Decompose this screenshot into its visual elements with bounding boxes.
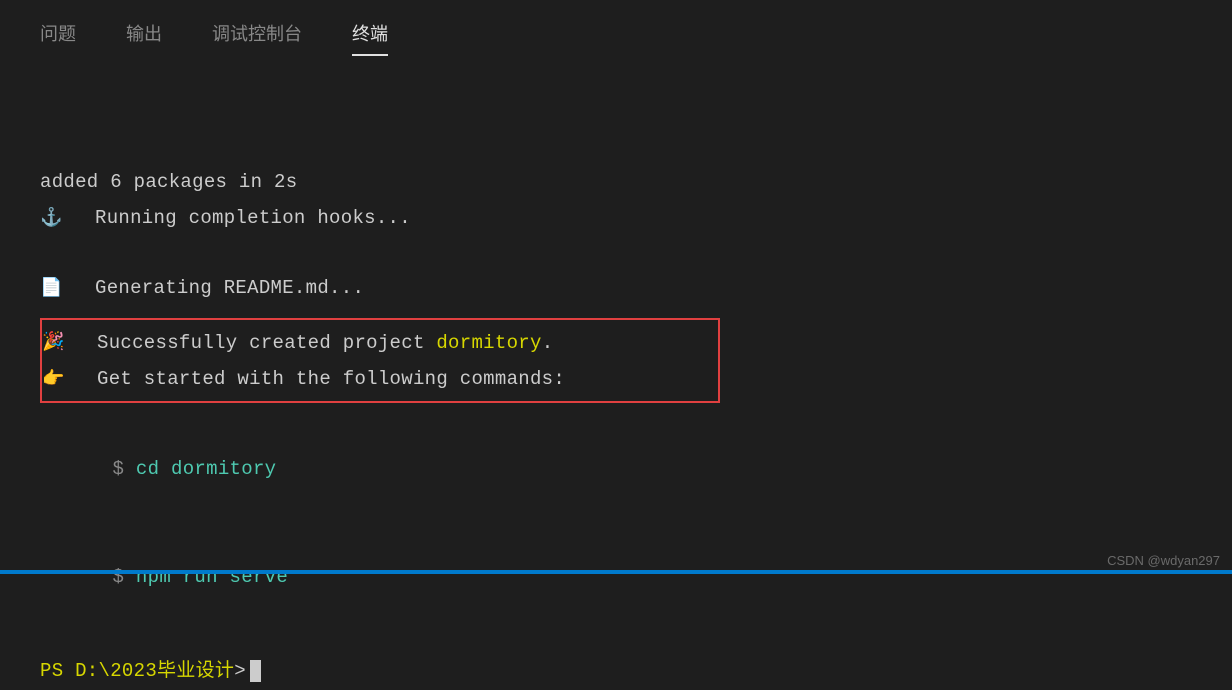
- terminal-prompt[interactable]: PS D:\2023毕业设计>: [40, 653, 1192, 689]
- status-bar[interactable]: [0, 570, 1232, 574]
- tab-terminal[interactable]: 终端: [352, 20, 388, 56]
- party-icon: 🎉: [42, 333, 65, 353]
- panel-tabs: 问题 输出 调试控制台 终端: [0, 0, 1232, 56]
- output-line: 👉 Get started with the following command…: [42, 361, 718, 397]
- output-text: Get started with the following commands:: [97, 361, 565, 397]
- output-text: Generating README.md...: [95, 270, 364, 306]
- output-text: Running completion hooks...: [95, 200, 411, 236]
- terminal-output[interactable]: added 6 packages in 2s ⚓ Running complet…: [0, 56, 1232, 690]
- output-text: Successfully created project: [97, 332, 436, 354]
- command-text: cd dormitory: [136, 458, 276, 480]
- output-text: .: [542, 332, 554, 354]
- output-line: added 6 packages in 2s: [40, 164, 1192, 200]
- tab-problems[interactable]: 问题: [40, 20, 76, 56]
- command-suggestion: $ cd dormitory: [40, 415, 1192, 523]
- prompt-path: PS D:\2023毕业设计: [40, 653, 234, 689]
- prompt-symbol: >: [234, 653, 246, 689]
- anchor-icon: ⚓: [40, 209, 63, 229]
- cursor-icon: [250, 660, 261, 682]
- command-suggestion: $ npm run serve: [40, 523, 1192, 631]
- output-line: 📄 Generating README.md...: [40, 270, 1192, 306]
- watermark-text: CSDN @wdyan297: [1107, 553, 1220, 568]
- project-name: dormitory: [436, 332, 541, 354]
- tab-debug-console[interactable]: 调试控制台: [212, 20, 302, 56]
- tab-output[interactable]: 输出: [126, 20, 162, 56]
- output-line: 🎉 Successfully created project dormitory…: [42, 324, 718, 360]
- document-icon: 📄: [40, 279, 63, 299]
- highlight-annotation: 🎉 Successfully created project dormitory…: [40, 318, 720, 402]
- output-line: ⚓ Running completion hooks...: [40, 200, 1192, 236]
- prompt-symbol: $: [101, 458, 136, 480]
- pointing-icon: 👉: [42, 370, 65, 390]
